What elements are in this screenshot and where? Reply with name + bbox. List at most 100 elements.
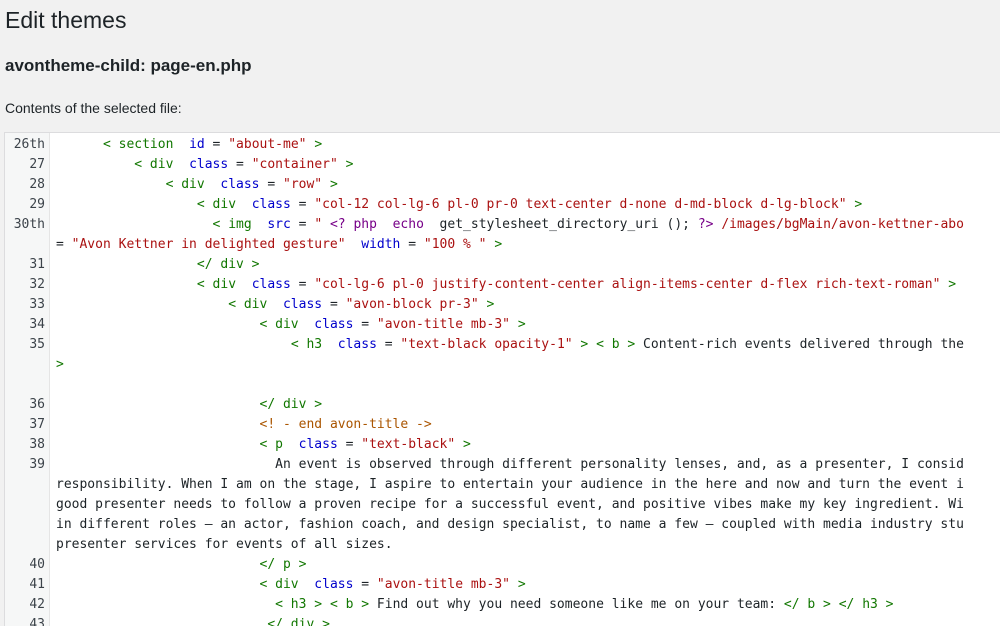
code-token: < b > (596, 337, 636, 352)
code-line: 31 </ div > (5, 255, 1000, 275)
code-line: 41 < div class = "avon-title mb-3" > (5, 575, 1000, 595)
code-token: class (337, 337, 377, 352)
code-token: class (314, 317, 354, 332)
code-token: "text-black opacity-1" (400, 337, 573, 352)
code-token: width (361, 237, 401, 252)
code-token: Find out why you need someone like me on… (369, 597, 784, 612)
line-text: </ div > (56, 395, 323, 415)
code-token: < section (102, 137, 174, 152)
code-token: get_stylesheet_directory_uri (); (423, 217, 698, 232)
code-line: 35 < h3 class = "text-black opacity-1" >… (5, 335, 1000, 355)
code-token: = (290, 277, 315, 292)
code-token: = (228, 157, 252, 172)
code-token: "col-12 col-lg-6 pl-0 pr-0 text-center d… (314, 197, 847, 212)
code-token: > (494, 237, 503, 252)
code-line: 36 </ div > (5, 395, 1000, 415)
line-text: An event is observed through different p… (56, 455, 964, 475)
line-number: 39 (29, 457, 45, 472)
code-line: 28 < div class = "row" > (5, 175, 1000, 195)
file-title: avontheme-child: page-en.php (5, 56, 252, 75)
code-token: " (314, 217, 323, 232)
code-token: "avon-block pr-3" (345, 297, 479, 312)
code-editor[interactable]: 26th < section id = "about-me" >27 < div… (4, 132, 1000, 626)
line-text: responsibility. When I am on the stage, … (56, 475, 964, 495)
code-token: < h3 (290, 337, 323, 352)
code-token: </ div > (259, 397, 323, 412)
code-token: "100 % " (423, 237, 487, 252)
line-number: 41 (29, 577, 45, 592)
code-token: "about-me" (228, 137, 307, 152)
line-number: 43 (29, 617, 45, 626)
code-token: </ b > (783, 597, 831, 612)
line-text: </ div > (56, 615, 330, 626)
code-token: "Avon Kettner in delighted gesture" (71, 237, 346, 252)
line-number: 35 (29, 337, 45, 352)
line-number: 29 (29, 197, 45, 212)
code-token: > (314, 137, 323, 152)
code-token: = (400, 237, 424, 252)
code-line: 30th < img src = " <? php echo get_style… (5, 215, 1000, 235)
line-number: 31 (29, 257, 45, 272)
code-token: < div (228, 297, 268, 312)
line-text: < h3 class = "text-black opacity-1" > < … (56, 335, 964, 355)
code-token: class (314, 577, 354, 592)
code-line: = "Avon Kettner in delighted gesture" wi… (5, 235, 1000, 255)
code-token: = (337, 437, 362, 452)
line-text: presenter services for events of all siz… (56, 535, 393, 555)
code-token: > (486, 297, 495, 312)
code-token: = (353, 577, 377, 592)
code-token: in different roles — an actor, fashion c… (56, 517, 964, 532)
code-token: "row" (283, 177, 323, 192)
code-token: class (251, 277, 291, 292)
code-token: good presenter needs to follow a proven … (56, 497, 964, 512)
code-token: src (267, 217, 291, 232)
line-text: good presenter needs to follow a proven … (56, 495, 964, 515)
code-line: 39 An event is observed through differen… (5, 455, 1000, 475)
code-token: class (220, 177, 260, 192)
code-token: responsibility. When I am on the stage, … (56, 477, 964, 492)
code-token: > (329, 177, 338, 192)
code-token: = (204, 137, 229, 152)
code-token: presenter services for events of all siz… (56, 537, 393, 552)
code-line: 26th < section id = "about-me" > (5, 135, 1000, 155)
code-token: < b > (329, 597, 370, 612)
line-text: < div class = "avon-block pr-3" > (56, 295, 494, 315)
code-token: = (290, 217, 315, 232)
code-token: < div (259, 317, 299, 332)
line-text: = "Avon Kettner in delighted gesture" wi… (56, 235, 502, 255)
line-text: < h3 > < b > Find out why you need someo… (56, 595, 894, 615)
code-token: </ h3 > (838, 597, 894, 612)
code-content[interactable]: 26th < section id = "about-me" >27 < div… (5, 135, 1000, 626)
code-token: "avon-title mb-3" (376, 577, 510, 592)
code-token: > (517, 317, 526, 332)
code-token: id (189, 137, 205, 152)
line-number: 38 (29, 437, 45, 452)
line-text: < img src = " <? php echo get_stylesheet… (56, 215, 964, 235)
code-line: 38 < p class = "text-black" > (5, 435, 1000, 455)
code-token: "col-lg-6 pl-0 justify-content-center al… (314, 277, 941, 292)
code-token: = (290, 197, 315, 212)
code-line: good presenter needs to follow a proven … (5, 495, 1000, 515)
line-number: 34 (29, 317, 45, 332)
code-token: > (854, 197, 863, 212)
line-text: < div class = "row" > (56, 175, 338, 195)
line-text: </ p > (56, 555, 307, 575)
